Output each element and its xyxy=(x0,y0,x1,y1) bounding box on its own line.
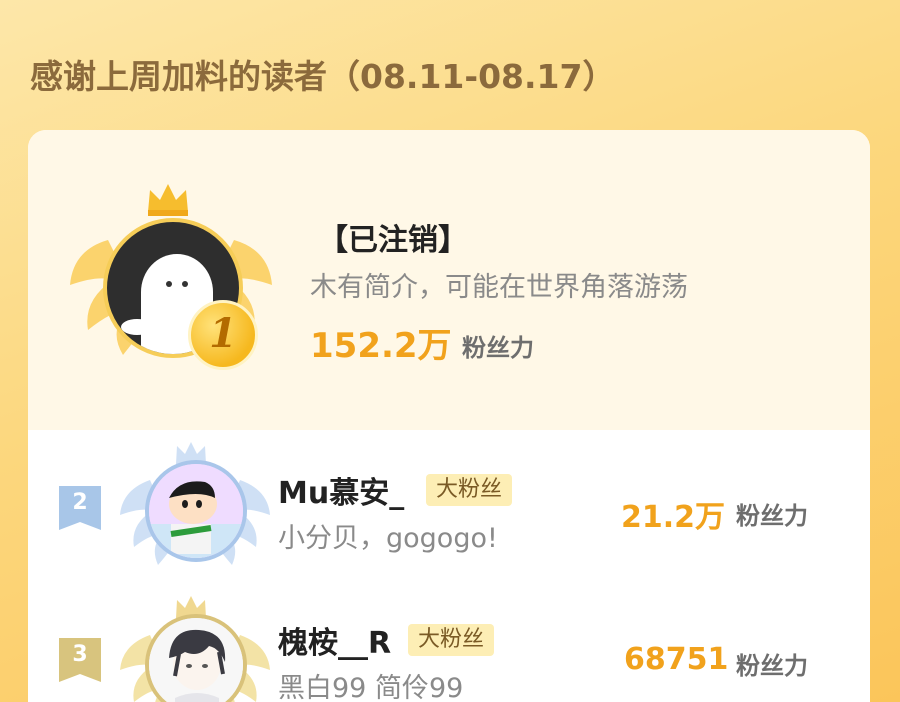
anime-boy-icon xyxy=(149,618,243,702)
user-name[interactable]: 槐桉__R xyxy=(278,618,391,662)
fan-power-score: 152.2万 xyxy=(310,326,452,366)
list-item[interactable]: 2 Mu慕安_ 大粉丝 小分贝，gogogo! 21.2万 粉丝力 xyxy=(28,430,870,580)
crown-icon xyxy=(148,184,188,216)
fan-power-label: 粉丝力 xyxy=(462,334,534,362)
rank-badge: 1 xyxy=(188,300,258,370)
fan-power-score: 21.2万 xyxy=(621,500,726,535)
avatar[interactable] xyxy=(145,460,247,562)
cartoon-boy-icon xyxy=(149,464,243,558)
user-bio: 黑白99 简伶99 xyxy=(278,673,464,702)
fan-power-score: 68751 xyxy=(624,642,729,677)
user-bio: 小分贝，gogogo! xyxy=(278,523,498,554)
rank-number: 2 xyxy=(72,490,88,515)
fan-level-badge: 大粉丝 xyxy=(408,624,495,656)
user-bio: 木有简介，可能在世界角落游荡 xyxy=(310,272,688,303)
user-name[interactable]: 【已注销】 xyxy=(318,215,468,259)
fan-power-label: 粉丝力 xyxy=(736,652,808,680)
ranking-card: 1 【已注销】 木有简介，可能在世界角落游荡 152.2万 粉丝力 2 Mu慕安… xyxy=(28,130,870,702)
fan-power-label: 粉丝力 xyxy=(736,502,808,530)
user-name[interactable]: Mu慕安_ xyxy=(278,468,404,512)
fan-level-badge: 大粉丝 xyxy=(426,474,513,506)
page-title: 感谢上周加料的读者（08.11-08.17） xyxy=(30,57,616,96)
first-place-panel[interactable]: 1 【已注销】 木有简介，可能在世界角落游荡 152.2万 粉丝力 xyxy=(28,130,870,430)
rank-number: 3 xyxy=(72,642,88,667)
list-item[interactable]: 3 槐桉__R 大粉丝 黑白99 简伶99 68751 粉丝力 xyxy=(28,580,870,702)
